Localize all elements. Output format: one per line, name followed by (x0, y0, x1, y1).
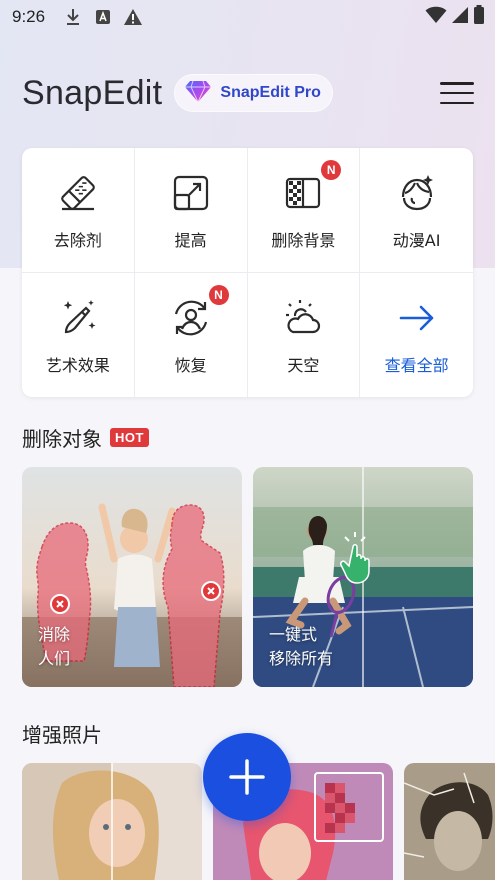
tool-label: 艺术效果 (45, 355, 110, 375)
tool-remove-background[interactable]: N 删除背景 (247, 148, 361, 273)
eraser-icon (61, 175, 95, 210)
enhance-heading: 增强照片 (22, 719, 102, 748)
enhance-card-old-photo[interactable] (404, 763, 495, 880)
arrow-right-icon (399, 305, 433, 331)
tool-label: 删除背景 (271, 230, 336, 250)
enhance-icon (173, 175, 208, 210)
menu-button[interactable] (440, 78, 474, 108)
new-badge: N (321, 160, 342, 180)
old-photo-image (404, 763, 495, 880)
download-icon (63, 7, 83, 27)
portrait-image (22, 763, 202, 880)
tool-label: 查看全部 (384, 355, 449, 375)
tool-view-all[interactable]: 查看全部 (360, 273, 473, 398)
hot-badge: HOT (110, 428, 149, 447)
app-title: SnapEdit (22, 73, 163, 112)
remove-background-icon (286, 177, 321, 208)
tool-enhance[interactable]: 提高 (134, 148, 248, 273)
tool-label: 动漫AI (392, 230, 441, 250)
tool-art-effects[interactable]: 艺术效果 (22, 272, 135, 397)
status-time: 9:26 (12, 7, 46, 26)
plus-icon (229, 759, 265, 795)
tool-label: 天空 (287, 355, 320, 375)
tools-grid: 去除剂 提高 N 删除背景 动漫AI 艺术效果 N 恢复 天空 查看全部 (22, 148, 473, 397)
restore-face-icon (174, 300, 207, 336)
section-title: 增强照片 (22, 723, 102, 747)
remove-objects-heading: 删除对象 HOT (22, 423, 149, 452)
sky-weather-icon (286, 299, 321, 333)
caption-line: 一键式 (269, 625, 318, 644)
anime-face-icon (401, 174, 433, 210)
status-bar: 9:26 (0, 0, 495, 34)
tool-sky[interactable]: 天空 (248, 272, 361, 397)
font-a-icon (93, 7, 113, 27)
enhance-card-portrait[interactable] (22, 763, 202, 880)
one-click-remove-card[interactable]: 一键式 移除所有 (253, 467, 473, 687)
diamond-icon (184, 79, 212, 107)
tool-eraser[interactable]: 去除剂 (22, 148, 135, 273)
caption-line: 消除 (38, 625, 71, 644)
signal-icon (451, 6, 469, 29)
magic-brush-icon (63, 299, 96, 333)
tool-label: 去除剂 (53, 230, 102, 250)
card-caption: 消除 人们 (38, 623, 70, 671)
tool-label: 提高 (174, 230, 207, 250)
warning-icon (123, 7, 143, 27)
app-header: SnapEdit SnapEdit Pro (22, 70, 474, 116)
caption-line: 移除所有 (269, 649, 334, 668)
section-title: 删除对象 (22, 427, 102, 451)
tool-label: 恢复 (174, 355, 207, 375)
card-caption: 一键式 移除所有 (269, 623, 333, 671)
tool-anime-ai[interactable]: 动漫AI (360, 148, 473, 273)
tool-restore[interactable]: N 恢复 (135, 272, 248, 397)
snapedit-pro-button[interactable]: SnapEdit Pro (174, 74, 333, 112)
battery-icon (473, 4, 485, 30)
pro-label: SnapEdit Pro (220, 84, 321, 101)
wifi-icon (425, 6, 447, 29)
caption-line: 人们 (38, 649, 71, 668)
remove-people-card[interactable]: 消除 人们 (22, 467, 242, 687)
new-badge: N (208, 284, 229, 305)
add-photo-button[interactable] (203, 733, 291, 821)
